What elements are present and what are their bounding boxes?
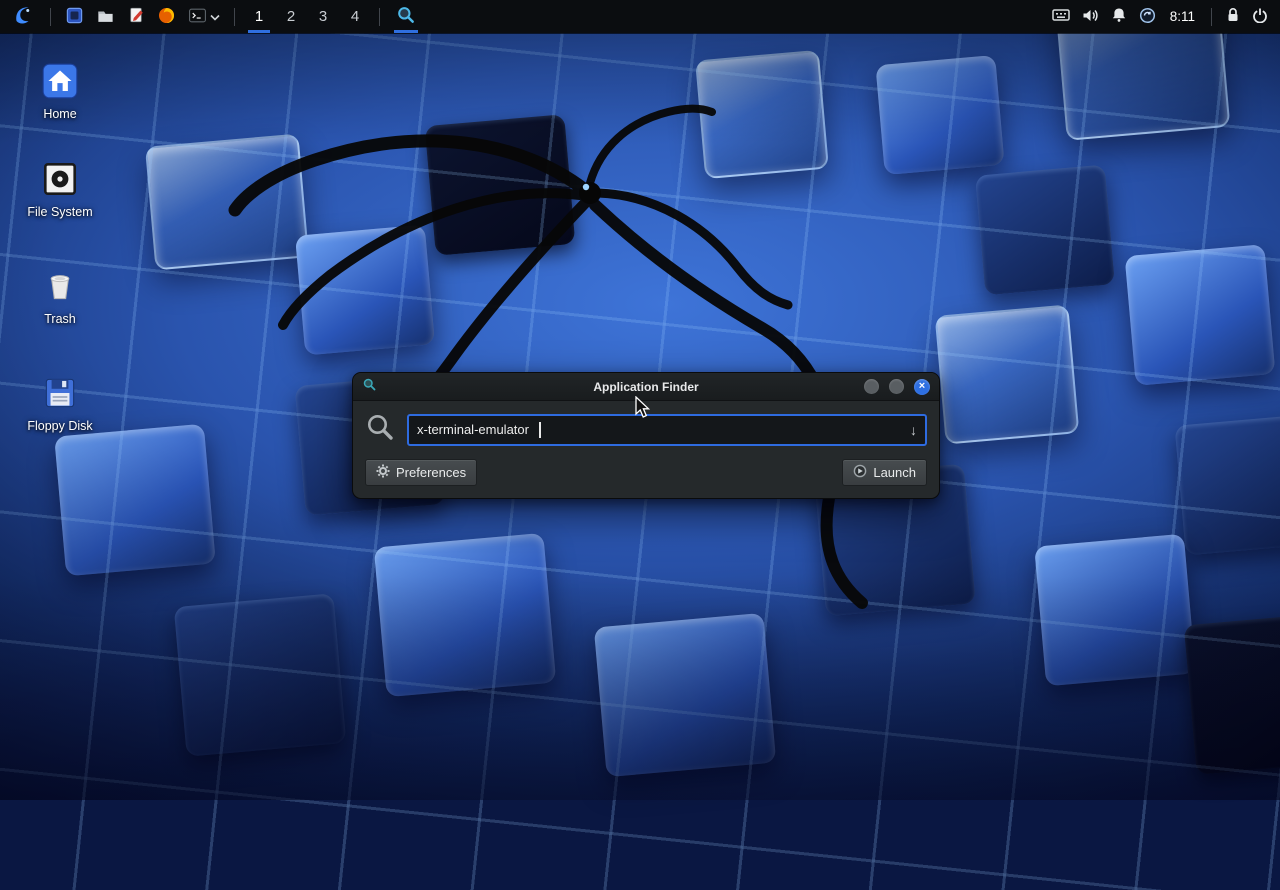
wallpaper-cube [975,165,1115,296]
desktop-icon-trash[interactable]: Trash [5,265,115,326]
status-tray-button[interactable] [1133,2,1162,32]
file-system-icon [5,158,115,200]
wallpaper-cube [1125,244,1276,386]
firefox-icon [157,6,176,28]
gear-icon [376,464,390,481]
workspace-button-4[interactable]: 4 [339,0,371,33]
workspace-switcher: 1 2 3 4 [243,0,371,33]
wallpaper-cube [1034,534,1196,687]
taskbar-application-finder-button[interactable] [388,0,424,33]
wallpaper-cube [54,424,216,577]
panel-right-group: 8:11 [1046,0,1274,33]
trash-icon [5,265,115,307]
wallpaper-cube [295,225,435,356]
launcher-text-editor-button[interactable] [121,2,151,32]
workspace-button-3[interactable]: 3 [307,0,339,33]
logout-button[interactable] [1246,2,1274,32]
volume-tray-button[interactable] [1076,2,1105,32]
window-icon [362,377,377,397]
titlebar[interactable]: Application Finder × [353,373,939,401]
launch-icon [853,464,867,481]
panel-separator [379,8,380,26]
panel-separator [1211,8,1212,26]
search-input[interactable]: x-terminal-emulator ↓ [407,414,927,446]
wallpaper-cube [374,533,556,697]
search-row: x-terminal-emulator ↓ [353,401,939,447]
launch-label: Launch [873,465,916,480]
launcher-terminal-button[interactable] [182,2,226,32]
workspace-button-1[interactable]: 1 [243,0,275,33]
wallpaper-cube [875,55,1004,175]
desktop-icon-label: File System [5,205,115,219]
floppy-disk-icon [5,372,115,414]
bell-icon [1111,7,1127,26]
text-caret [539,422,541,438]
desktop-icon-label: Trash [5,312,115,326]
dialog-footer: Preferences Launch [353,447,939,498]
desktop-root: { "panel": { "workspaces": ["1", "2", "3… [0,0,1280,800]
application-finder-icon [396,5,416,28]
files-icon [65,6,84,28]
application-finder-window: Application Finder × x-terminal-emulator… [352,372,940,499]
kali-menu-button[interactable] [6,2,42,32]
desktop-icon-floppy-disk[interactable]: Floppy Disk [5,372,115,433]
volume-icon [1082,8,1099,26]
maximize-button[interactable] [889,379,904,394]
keyboard-icon [1052,8,1070,25]
launcher-firefox-button[interactable] [151,2,182,32]
desktop-icon-file-system[interactable]: File System [5,158,115,219]
panel-separator [50,8,51,26]
power-icon [1252,7,1268,26]
workspace-button-2[interactable]: 2 [275,0,307,33]
top-panel: 1 2 3 4 [0,0,1280,33]
terminal-icon [188,7,207,27]
home-icon [5,60,115,102]
panel-left-group: 1 2 3 4 [6,0,424,33]
wallpaper-cube [425,114,576,256]
panel-separator [234,8,235,26]
wallpaper-cube [935,304,1080,444]
search-icon [365,412,395,447]
close-button[interactable]: × [914,379,930,395]
wallpaper-cube [594,613,776,777]
terminal-dropdown-chevron-icon [210,9,220,24]
display-settings-tray-button[interactable] [1046,2,1076,32]
launch-button[interactable]: Launch [842,459,927,486]
launcher-file-manager-button[interactable] [90,2,121,32]
lock-icon [1226,7,1240,26]
notifications-tray-button[interactable] [1105,2,1133,32]
titlebar-buttons: × [864,379,930,395]
folder-icon [96,6,115,28]
wallpaper-cube [1175,415,1280,556]
wallpaper-cube [1184,615,1280,775]
kali-logo-icon [12,3,36,30]
window-title: Application Finder [353,380,939,394]
minimize-button[interactable] [864,379,879,394]
text-editor-icon [127,6,145,27]
status-circle-icon [1139,7,1156,27]
lock-screen-button[interactable] [1220,2,1246,32]
combo-dropdown-arrow-icon[interactable]: ↓ [910,422,917,438]
wallpaper-cube [145,134,309,271]
wallpaper-cube [695,50,829,179]
preferences-button[interactable]: Preferences [365,459,477,486]
desktop-icon-label: Home [5,107,115,121]
desktop-icon-label: Floppy Disk [5,419,115,433]
clock[interactable]: 8:11 [1170,9,1195,24]
preferences-label: Preferences [396,465,466,480]
launcher-files-button[interactable] [59,2,90,32]
desktop-icon-home[interactable]: Home [5,60,115,121]
wallpaper-cube [174,593,346,756]
search-input-value: x-terminal-emulator [417,422,529,437]
